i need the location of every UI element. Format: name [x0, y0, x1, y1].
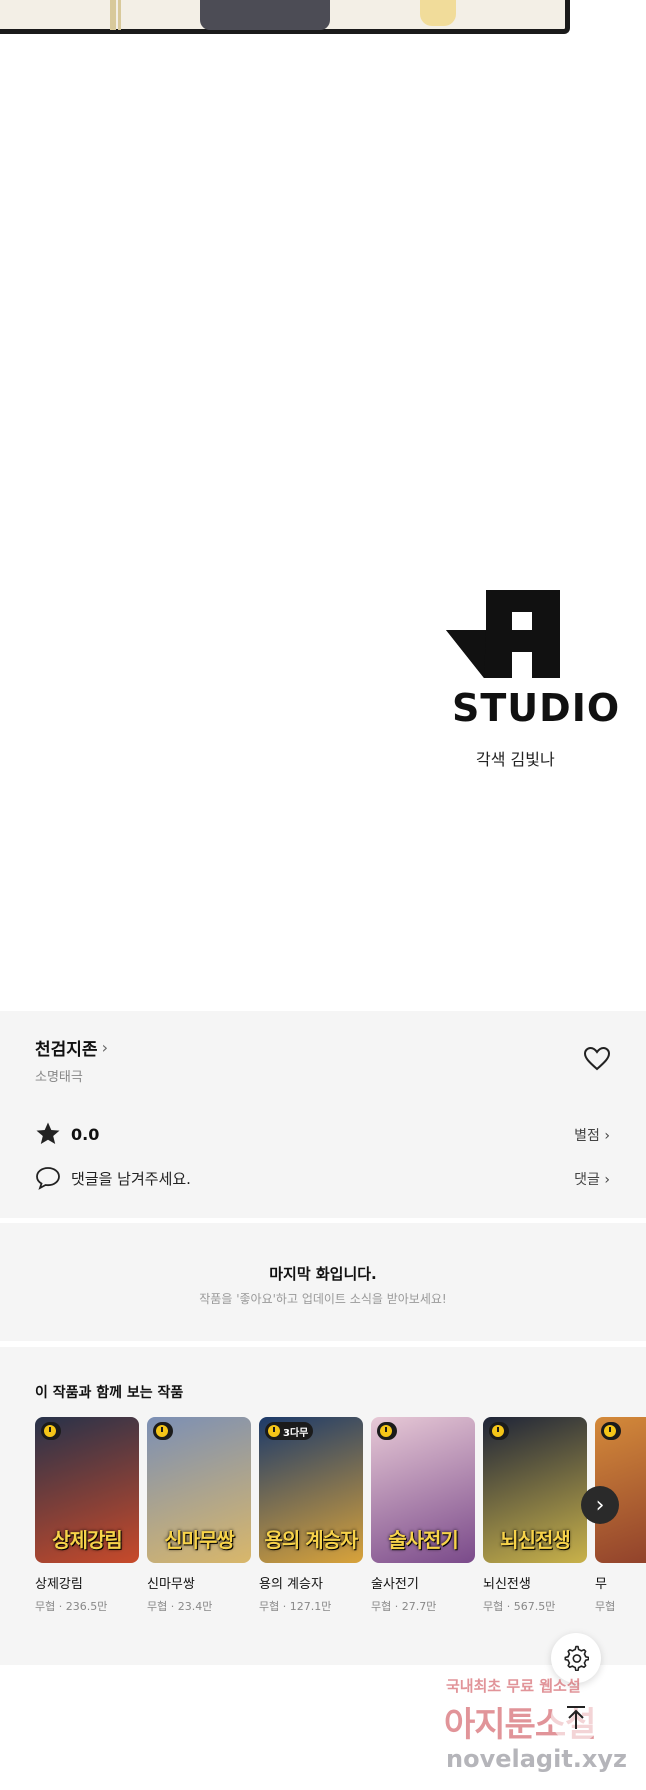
star-icon [36, 1122, 60, 1144]
badge-text: 3다무 [283, 1427, 309, 1439]
cover-title: 용의 계승자 [264, 1528, 359, 1552]
rating-row: 0.0 [35, 1121, 99, 1147]
recommendation-title: 상제강림 [35, 1577, 83, 1592]
chevron-right-icon: › [604, 1172, 610, 1188]
recommendation-title: 신마무쌍 [147, 1577, 195, 1592]
cover-image: 3다무 용의 계승자 [259, 1417, 363, 1563]
settings-button[interactable] [551, 1633, 601, 1683]
gear-icon [564, 1645, 589, 1671]
cover-image: 술사전기 [371, 1417, 475, 1563]
clock-icon [268, 1425, 280, 1437]
recommendation-title: 술사전기 [371, 1577, 419, 1592]
last-episode-notice: 마지막 화입니다. 작품을 '좋아요'하고 업데이트 소식을 받아보세요! [0, 1223, 646, 1341]
clock-icon [380, 1425, 392, 1437]
cover-title: 뇌신전생 [500, 1528, 571, 1552]
recommendation-card[interactable]: 상제강림 상제강림 무협 · 236.5만 [35, 1417, 139, 1614]
recommendation-meta: 무협 · 236.5만 [35, 1600, 108, 1613]
recommendation-meta: 무협 · 567.5만 [483, 1600, 556, 1613]
recommendation-meta: 무협 · 23.4만 [147, 1600, 213, 1613]
studio-wordmark: STUDIO [452, 686, 621, 730]
adaptation-credit: 각색 김빛나 [476, 750, 555, 769]
wait-free-badge [489, 1422, 509, 1440]
comment-bubble-icon [36, 1167, 60, 1190]
rating-value: 0.0 [71, 1124, 100, 1144]
arrow-up-icon [567, 1706, 585, 1729]
cover-image: 상제강림 [35, 1417, 139, 1563]
wait-free-badge: 3다무 [265, 1422, 314, 1440]
cover-image: 신마무쌍 [147, 1417, 251, 1563]
wait-free-badge [601, 1422, 621, 1440]
comic-detail [110, 0, 116, 30]
chevron-right-icon: › [101, 1038, 108, 1057]
recommendation-meta: 무협 · 127.1만 [259, 1600, 332, 1613]
comments-label: 댓글 [574, 1172, 600, 1188]
heart-icon[interactable] [583, 1046, 611, 1072]
cover-title: 술사전기 [388, 1528, 459, 1552]
clock-icon [604, 1425, 616, 1437]
clock-icon [44, 1425, 56, 1437]
last-episode-heading: 마지막 화입니다. [269, 1265, 377, 1283]
watermark-url: novelagit.xyz [446, 1745, 628, 1773]
recommendation-card[interactable]: 뇌신전생 뇌신전생 무협 · 567.5만 [483, 1417, 587, 1614]
carousel-next-button[interactable]: › [581, 1486, 619, 1524]
recommendation-card[interactable]: 3다무 용의 계승자 용의 계승자 무협 · 127.1만 [259, 1417, 363, 1614]
recommendations-section: 이 작품과 함께 보는 작품 상제강림 상제강림 무협 · 236.5만 신마무… [0, 1347, 646, 1665]
comic-detail [118, 0, 121, 30]
comment-prompt-row[interactable]: 댓글을 남겨주세요. [35, 1166, 191, 1190]
wait-free-badge [153, 1422, 173, 1440]
cover-image: 뇌신전생 [483, 1417, 587, 1563]
chevron-right-icon: › [595, 1492, 605, 1518]
wait-free-badge [377, 1422, 397, 1440]
last-episode-subtext: 작품을 '좋아요'하고 업데이트 소식을 받아보세요! [199, 1292, 447, 1306]
recommendation-meta: 무협 · 27.7만 [371, 1600, 437, 1613]
scroll-to-top-button[interactable] [551, 1693, 601, 1743]
rate-button[interactable]: 별점 › [574, 1125, 610, 1145]
chevron-right-icon: › [604, 1128, 610, 1144]
studio-logo-mark [446, 590, 560, 678]
series-title-link[interactable]: 천검지존 › [35, 1035, 108, 1060]
recommendation-title: 뇌신전생 [483, 1577, 531, 1592]
clock-icon [492, 1425, 504, 1437]
recommendations-heading: 이 작품과 함께 보는 작품 [35, 1385, 184, 1401]
comic-figure [200, 0, 330, 30]
recommendation-title: 용의 계승자 [259, 1577, 323, 1592]
recommendation-card[interactable]: 술사전기 술사전기 무협 · 27.7만 [371, 1417, 475, 1614]
wait-free-badge [41, 1422, 61, 1440]
viewer-page: STUDIO 각색 김빛나 천검지존 › 소명태극 0.0 별점 › 댓글을 남… [0, 0, 646, 1790]
cover-title: 신마무쌍 [164, 1528, 235, 1552]
recommendations-carousel[interactable]: 상제강림 상제강림 무협 · 236.5만 신마무쌍 신마무쌍 무협 · 23.… [35, 1417, 646, 1637]
comic-detail [420, 0, 456, 26]
series-title: 천검지존 [35, 1040, 98, 1060]
rate-label: 별점 [574, 1128, 600, 1144]
series-author: 소명태극 [35, 1070, 83, 1085]
comic-panel [0, 0, 646, 40]
recommendation-title: 무 [595, 1577, 607, 1592]
recommendation-meta: 무협 [595, 1600, 616, 1613]
watermark: 국내최초 무료 웹소설 아지툰소설 novelagit.xyz [440, 1675, 646, 1787]
comments-button[interactable]: 댓글 › [574, 1169, 610, 1189]
recommendation-card[interactable]: 신마무쌍 신마무쌍 무협 · 23.4만 [147, 1417, 251, 1614]
clock-icon [156, 1425, 168, 1437]
studio-logo: STUDIO 각색 김빛나 [446, 586, 619, 776]
series-info-panel: 천검지존 › 소명태극 0.0 별점 › 댓글을 남겨주세요. 댓글 › [0, 1011, 646, 1218]
cover-title: 상제강림 [52, 1528, 123, 1552]
comment-prompt: 댓글을 남겨주세요. [71, 1169, 191, 1188]
